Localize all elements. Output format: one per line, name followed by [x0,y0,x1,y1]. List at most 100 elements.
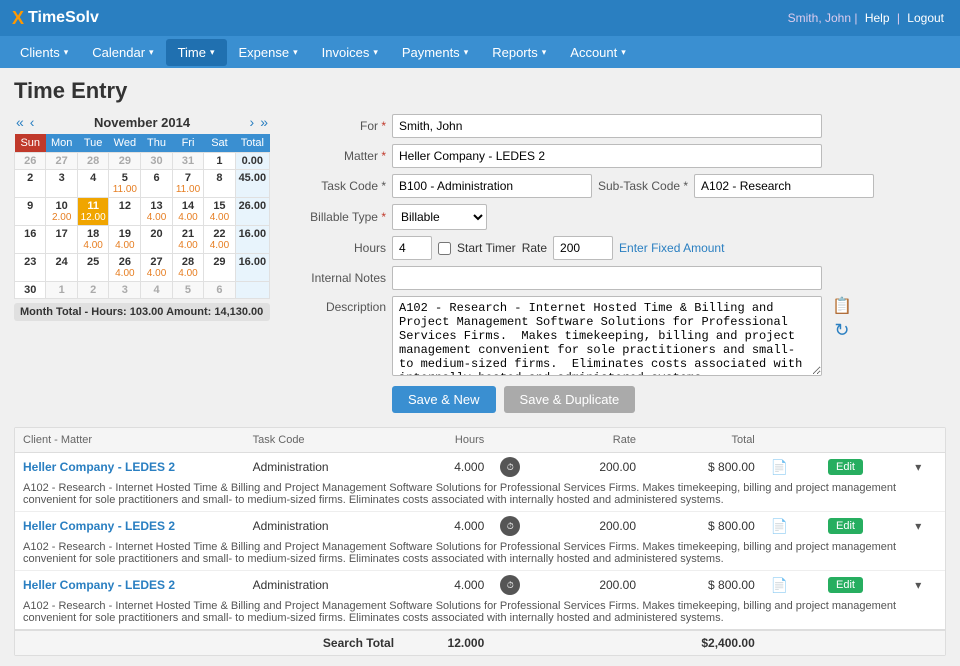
client-matter-link[interactable]: Heller Company - LEDES 2 [23,519,175,533]
timer-icon[interactable]: ⏱ [500,457,520,477]
cal-day[interactable]: 194.00 [109,226,141,254]
cal-day[interactable]: 25 [77,254,108,282]
cal-day[interactable]: 2 [15,170,46,198]
cal-day[interactable]: 6 [141,170,172,198]
enter-fixed-amount-link[interactable]: Enter Fixed Amount [619,241,724,255]
cal-day[interactable]: 3 [46,170,77,198]
edit-button[interactable]: Edit [828,577,863,593]
cal-day[interactable]: 144.00 [172,198,203,226]
top-bar-right: Smith, John | Help | Logout [788,11,948,25]
cal-day[interactable]: 264.00 [109,254,141,282]
description-textarea[interactable]: A102 - Research - Internet Hosted Time &… [392,296,822,376]
cal-day[interactable]: 4 [141,282,172,299]
matter-input[interactable] [392,144,822,168]
copy-description-icon[interactable]: 📋 [832,296,852,316]
cal-day[interactable]: 16 [15,226,46,254]
cal-day[interactable]: 1 [204,153,235,170]
cal-day[interactable]: 30 [15,282,46,299]
cal-day[interactable]: 154.00 [204,198,235,226]
hours-input[interactable] [392,236,432,260]
logo-name: TimeSolv [28,9,99,27]
copy-icon[interactable]: 📄 [771,518,788,534]
calendar-next-next-button[interactable]: » [258,114,270,130]
cal-day-selected[interactable]: 1112.00 [77,198,108,226]
col-task-code: Task Code [245,428,402,453]
start-timer-checkbox[interactable] [438,242,451,255]
sep2: | [897,11,903,25]
cal-day[interactable]: 2 [77,282,108,299]
cal-day[interactable]: 6 [204,282,235,299]
cal-day[interactable]: 24 [46,254,77,282]
refresh-description-icon[interactable]: ↻ [832,320,852,341]
cal-day[interactable]: 4 [77,170,108,198]
cal-day[interactable]: 29 [109,153,141,170]
nav-calendar[interactable]: Calendar ▾ [80,39,165,66]
dropdown-icon[interactable]: ▾ [915,519,921,533]
internal-notes-input[interactable] [392,266,822,290]
save-duplicate-button[interactable]: Save & Duplicate [504,386,636,413]
cal-day[interactable]: 31 [172,153,203,170]
cal-day[interactable]: 26 [15,153,46,170]
logout-link[interactable]: Logout [907,11,944,25]
nav-account[interactable]: Account ▾ [558,39,638,66]
dropdown-icon[interactable]: ▾ [915,460,921,474]
cal-day[interactable]: 29 [204,254,235,282]
task-code-input[interactable] [392,174,592,198]
cal-day[interactable]: 20 [141,226,172,254]
cal-day[interactable]: 12 [109,198,141,226]
entry-hours: 4.000 [402,571,492,600]
sub-task-code-input[interactable] [694,174,874,198]
billable-type-select[interactable]: Billable Non-Billable [392,204,487,230]
cal-day[interactable]: 30 [141,153,172,170]
nav-clients[interactable]: Clients ▾ [8,39,80,66]
cal-day[interactable]: 17 [46,226,77,254]
cal-day[interactable]: 284.00 [172,254,203,282]
col-hours: Hours [402,428,492,453]
edit-button[interactable]: Edit [828,459,863,475]
for-input[interactable] [392,114,822,138]
rate-input[interactable] [553,236,613,260]
help-link[interactable]: Help [865,11,890,25]
content-area: Time Entry « ‹ November 2014 › » Sun [0,68,960,666]
cal-day[interactable]: 28 [77,153,108,170]
nav-payments[interactable]: Payments ▾ [390,39,480,66]
timer-icon[interactable]: ⏱ [500,575,520,595]
calendar-prev-button[interactable]: ‹ [28,114,37,130]
timer-icon[interactable]: ⏱ [500,516,520,536]
entry-timer: ⏱ [492,453,554,482]
cal-day[interactable]: 5 [172,282,203,299]
cal-day[interactable]: 711.00 [172,170,203,198]
cal-day[interactable]: 8 [204,170,235,198]
client-matter-link[interactable]: Heller Company - LEDES 2 [23,578,175,592]
cal-day[interactable]: 224.00 [204,226,235,254]
save-new-button[interactable]: Save & New [392,386,496,413]
col-client-matter: Client - Matter [15,428,245,453]
cal-day[interactable]: 1 [46,282,77,299]
cal-day[interactable]: 27 [46,153,77,170]
cal-day[interactable]: 214.00 [172,226,203,254]
cal-day[interactable]: 274.00 [141,254,172,282]
cal-week-total: 16.00 [235,254,269,282]
cal-day[interactable]: 134.00 [141,198,172,226]
cal-day[interactable]: 102.00 [46,198,77,226]
cal-day[interactable]: 23 [15,254,46,282]
for-row: For * [286,114,946,138]
calendar-prev-prev-button[interactable]: « [14,114,26,130]
cal-day[interactable]: 511.00 [109,170,141,198]
nav-reports[interactable]: Reports ▾ [480,39,558,66]
cal-day[interactable]: 9 [15,198,46,226]
sub-task-code-label: Sub-Task Code * [598,179,688,193]
nav-invoices[interactable]: Invoices ▾ [310,39,390,66]
edit-button[interactable]: Edit [828,518,863,534]
nav-time[interactable]: Time ▾ [166,39,227,66]
chevron-down-icon: ▾ [293,47,298,58]
copy-icon[interactable]: 📄 [771,459,788,475]
cal-day[interactable]: 184.00 [77,226,108,254]
dropdown-icon[interactable]: ▾ [915,578,921,592]
nav-expense[interactable]: Expense ▾ [227,39,310,66]
calendar-next-button[interactable]: › [248,114,257,130]
client-matter-link[interactable]: Heller Company - LEDES 2 [23,460,175,474]
calendar-month-label: November 2014 [94,115,190,130]
copy-icon[interactable]: 📄 [771,577,788,593]
cal-day[interactable]: 3 [109,282,141,299]
